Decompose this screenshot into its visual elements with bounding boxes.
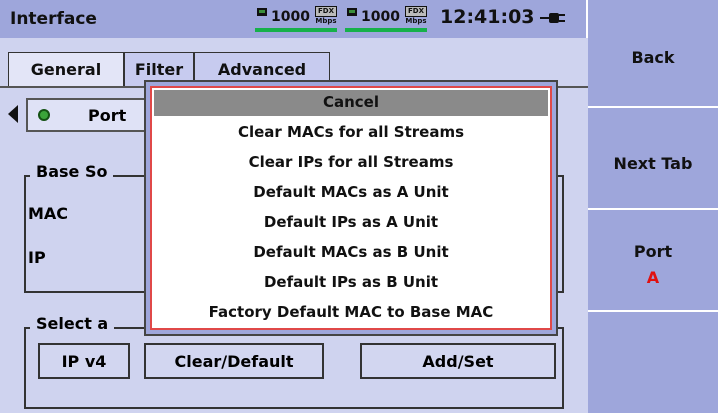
next-tab-softkey[interactable]: Next Tab bbox=[588, 108, 718, 210]
port-selector-label: Port bbox=[88, 106, 127, 125]
duplex-badge: FDX Mbps bbox=[405, 6, 427, 26]
select-group-legend: Select a bbox=[30, 314, 115, 333]
speed-unit: Mbps bbox=[405, 17, 427, 25]
screen-title: Interface bbox=[10, 9, 97, 29]
menu-item-default-macs-b[interactable]: Default MACs as B Unit bbox=[152, 238, 550, 268]
add-set-button[interactable]: Add/Set bbox=[360, 343, 556, 379]
port-softkey[interactable]: Port A bbox=[588, 210, 718, 312]
link-status-port-a: 1000 FDX Mbps bbox=[255, 6, 337, 32]
link-up-bar bbox=[345, 28, 427, 32]
clock: 12:41:03 bbox=[440, 6, 535, 28]
ip-label: IP bbox=[28, 248, 46, 267]
mac-label: MAC bbox=[28, 204, 69, 223]
link-speed: 1000 bbox=[361, 9, 400, 25]
port-softkey-value: A bbox=[646, 268, 660, 287]
title-bar: Interface 1000 FDX Mbps 1000 FDX Mbps 12… bbox=[0, 0, 588, 38]
blank-softkey[interactable] bbox=[588, 312, 718, 413]
duplex-label: FDX bbox=[405, 6, 427, 17]
link-lamp-icon bbox=[347, 8, 357, 16]
back-softkey-label: Back bbox=[631, 48, 675, 67]
link-speed: 1000 bbox=[271, 9, 310, 25]
clear-default-button[interactable]: Clear/Default bbox=[144, 343, 324, 379]
softkey-panel: Back Next Tab Port A bbox=[588, 0, 718, 413]
speed-unit: Mbps bbox=[315, 17, 337, 25]
device-screen: Interface 1000 FDX Mbps 1000 FDX Mbps 12… bbox=[0, 0, 718, 413]
menu-item-clear-macs[interactable]: Clear MACs for all Streams bbox=[152, 118, 550, 148]
menu-item-factory-default-mac[interactable]: Factory Default MAC to Base MAC bbox=[152, 298, 550, 328]
clear-default-menu: Cancel Clear MACs for all Streams Clear … bbox=[150, 86, 552, 330]
status-led-icon bbox=[38, 109, 50, 121]
back-softkey[interactable]: Back bbox=[588, 0, 718, 108]
menu-item-default-ips-a[interactable]: Default IPs as A Unit bbox=[152, 208, 550, 238]
port-softkey-label: Port bbox=[633, 242, 673, 261]
duplex-label: FDX bbox=[315, 6, 337, 17]
menu-item-default-ips-b[interactable]: Default IPs as B Unit bbox=[152, 268, 550, 298]
ipv4-button[interactable]: IP v4 bbox=[38, 343, 130, 379]
ac-plug-icon bbox=[540, 13, 565, 23]
base-source-legend: Base So bbox=[30, 162, 114, 181]
link-status-port-b: 1000 FDX Mbps bbox=[345, 6, 427, 32]
next-tab-softkey-label: Next Tab bbox=[613, 154, 693, 173]
duplex-badge: FDX Mbps bbox=[315, 6, 337, 26]
link-up-bar bbox=[255, 28, 337, 32]
left-arrow-icon[interactable] bbox=[8, 105, 18, 123]
link-lamp-icon bbox=[257, 8, 267, 16]
menu-item-cancel[interactable]: Cancel bbox=[154, 90, 548, 116]
menu-item-clear-ips[interactable]: Clear IPs for all Streams bbox=[152, 148, 550, 178]
tab-general[interactable]: General bbox=[8, 52, 124, 86]
menu-item-default-macs-a[interactable]: Default MACs as A Unit bbox=[152, 178, 550, 208]
